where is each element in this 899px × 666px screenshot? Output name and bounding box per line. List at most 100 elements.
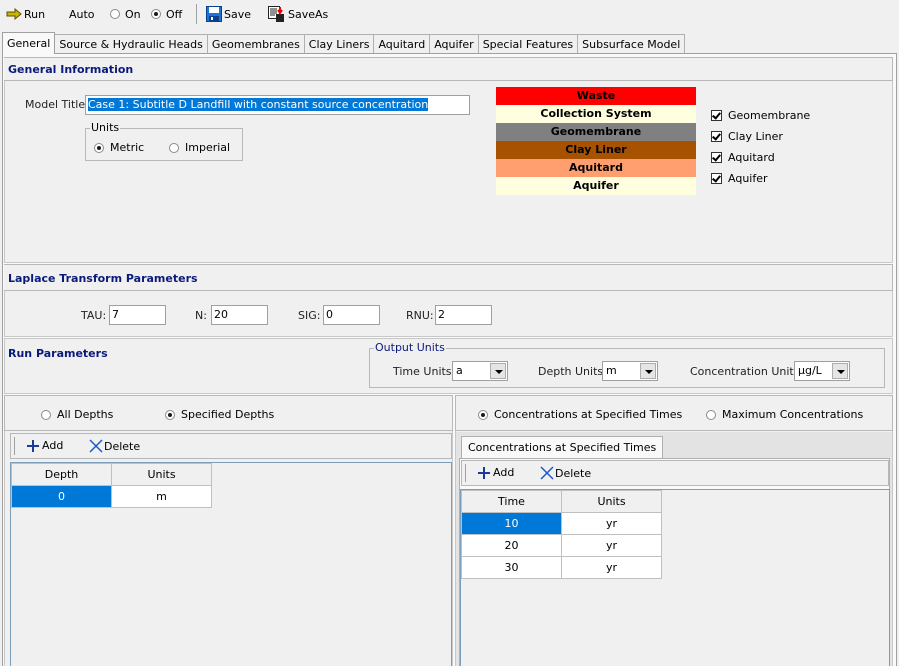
units-metric-radio[interactable]: Metric <box>94 141 144 154</box>
saveas-label: SaveAs <box>288 7 329 21</box>
times-grid: Time Units 10 yr 20 yr 30 yr <box>460 489 890 666</box>
time-cell[interactable]: 20 <box>461 534 562 557</box>
radio-all-depths-icon <box>41 409 51 420</box>
tab-aquitard[interactable]: Aquitard <box>373 34 431 54</box>
radio-specified-depths-icon <box>165 409 175 420</box>
times-panel: Concentrations at Specified Times Maximu… <box>455 395 893 666</box>
layer-aquitard: Aquitard <box>496 159 696 177</box>
table-row: 0 m <box>11 485 212 508</box>
time-units-select[interactable]: a <box>452 361 508 381</box>
time-cell[interactable]: 10 <box>461 512 562 535</box>
auto-label: Auto <box>69 7 95 21</box>
checkbox-check-icon <box>711 152 722 163</box>
general-info-panel: General Information Model Title: Case 1:… <box>4 57 893 263</box>
tau-label: TAU: <box>81 309 107 322</box>
depth-units-select[interactable]: m <box>602 361 658 381</box>
times-toolbar: Add Delete <box>461 460 889 486</box>
all-depths-label: All Depths <box>57 408 114 421</box>
geomembrane-checkbox-label: Geomembrane <box>728 109 811 122</box>
layer-diagram: Waste Collection System Geomembrane Clay… <box>496 87 696 195</box>
tab-general[interactable]: General <box>2 32 56 54</box>
depth-cell[interactable]: 0 <box>11 485 112 508</box>
clay-liner-checkbox[interactable]: Clay Liner <box>711 130 783 143</box>
aquifer-checkbox-label: Aquifer <box>728 172 768 185</box>
times-add-button[interactable]: Add <box>478 466 514 479</box>
clay-liner-checkbox-label: Clay Liner <box>728 130 783 143</box>
times-delete-button[interactable]: Delete <box>540 466 591 480</box>
time-column-header[interactable]: Time <box>461 490 562 513</box>
rnu-input[interactable]: 2 <box>435 305 492 325</box>
auto-off-label: Off <box>166 7 183 21</box>
specified-times-radio[interactable]: Concentrations at Specified Times <box>478 408 682 421</box>
geomembrane-checkbox[interactable]: Geomembrane <box>711 109 810 122</box>
depths-toolbar: Add Delete <box>10 433 452 459</box>
units-imperial-radio[interactable]: Imperial <box>169 141 230 154</box>
layer-waste: Waste <box>496 87 696 105</box>
aquitard-checkbox[interactable]: Aquitard <box>711 151 775 164</box>
units-group-title: Units <box>90 121 121 134</box>
floppy-disk-icon <box>206 6 222 22</box>
units-cell[interactable]: m <box>111 485 212 508</box>
auto-on-radio[interactable]: On <box>108 6 141 22</box>
units-column-header[interactable]: Units <box>111 463 212 486</box>
auto-on-label: On <box>125 7 141 21</box>
run-label: Run <box>24 7 46 21</box>
conc-units-select[interactable]: µg/L <box>794 361 850 381</box>
depth-column-header[interactable]: Depth <box>11 463 112 486</box>
depths-delete-button[interactable]: Delete <box>89 439 140 453</box>
table-row: 30 yr <box>461 556 662 579</box>
tab-source-hydraulic-heads[interactable]: Source & Hydraulic Heads <box>54 34 208 54</box>
depth-units-value: m <box>606 364 617 377</box>
tab-aquifer[interactable]: Aquifer <box>429 34 479 54</box>
main-toolbar: Run Auto On Off Save SaveAs <box>0 0 899 28</box>
tau-input[interactable]: 7 <box>109 305 166 325</box>
conc-units-label: Concentration Units: <box>690 365 804 378</box>
maximum-conc-radio[interactable]: Maximum Concentrations <box>706 408 863 421</box>
units-cell[interactable]: yr <box>561 512 662 535</box>
aquifer-checkbox[interactable]: Aquifer <box>711 172 768 185</box>
run-params-panel: Run Parameters Output Units Time Units: … <box>4 338 893 394</box>
tab-clay-liners[interactable]: Clay Liners <box>303 34 375 54</box>
all-depths-radio[interactable]: All Depths <box>41 408 113 421</box>
save-button[interactable]: Save <box>206 6 251 22</box>
radio-metric-icon <box>94 142 104 153</box>
general-info-header-bar <box>4 57 893 81</box>
tab-geomembranes[interactable]: Geomembranes <box>206 34 305 54</box>
run-params-header: Run Parameters <box>8 347 108 360</box>
layer-collection-system: Collection System <box>496 105 696 123</box>
output-units-title: Output Units <box>374 341 446 354</box>
time-cell[interactable]: 30 <box>461 556 562 579</box>
depths-delete-label: Delete <box>104 439 141 453</box>
tab-special-features[interactable]: Special Features <box>477 34 579 54</box>
times-delete-label: Delete <box>555 466 592 480</box>
plus-icon <box>478 466 490 479</box>
specified-times-label: Concentrations at Specified Times <box>494 408 683 421</box>
dropdown-arrow-icon <box>640 363 656 379</box>
model-title-input[interactable]: Case 1: Subtitle D Landfill with constan… <box>85 95 470 115</box>
general-info-header: General Information <box>8 63 134 76</box>
table-row: 10 yr <box>461 512 662 535</box>
units-cell[interactable]: yr <box>561 534 662 557</box>
toolbar-grip <box>14 437 15 455</box>
units-column-header[interactable]: Units <box>561 490 662 513</box>
sig-input[interactable]: 0 <box>323 305 380 325</box>
delete-x-icon <box>89 439 103 453</box>
checkbox-check-icon <box>711 110 722 121</box>
auto-off-radio[interactable]: Off <box>149 6 182 22</box>
checkbox-check-icon <box>711 173 722 184</box>
specified-depths-label: Specified Depths <box>181 408 275 421</box>
saveas-button[interactable]: SaveAs <box>268 6 328 22</box>
radio-specified-times-icon <box>478 409 488 420</box>
tab-subsurface-model[interactable]: Subsurface Model <box>577 34 686 54</box>
depths-add-button[interactable]: Add <box>27 439 63 452</box>
laplace-header: Laplace Transform Parameters <box>8 272 198 285</box>
n-input[interactable]: 20 <box>211 305 268 325</box>
units-cell[interactable]: yr <box>561 556 662 579</box>
table-row: 20 yr <box>461 534 662 557</box>
run-button[interactable]: Run <box>6 6 45 22</box>
tab-concentrations-specified-times[interactable]: Concentrations at Specified Times <box>461 436 664 458</box>
radio-on-icon <box>110 9 120 19</box>
save-label: Save <box>224 7 252 21</box>
specified-depths-radio[interactable]: Specified Depths <box>165 408 274 421</box>
dropdown-arrow-icon <box>832 363 848 379</box>
